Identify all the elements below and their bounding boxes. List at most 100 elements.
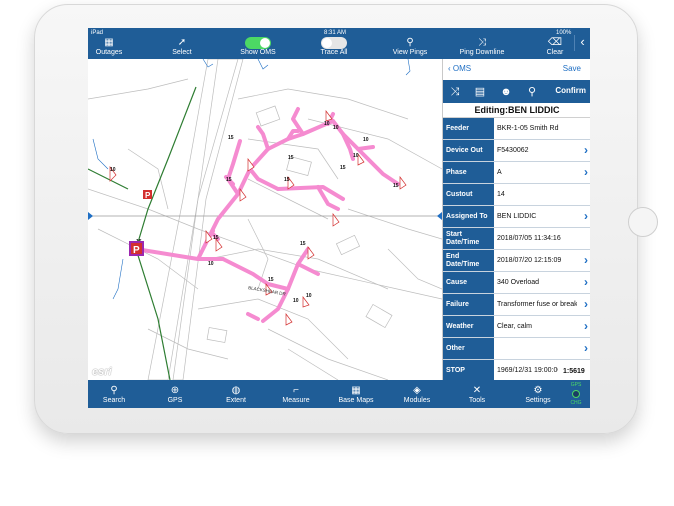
gps-status-bottom: CHG (570, 400, 582, 406)
confirm-button[interactable]: Confirm (555, 86, 586, 95)
attribute-value[interactable]: 14 (497, 184, 577, 205)
chevron-right-icon[interactable]: › (584, 210, 588, 222)
gps-button[interactable]: ⊕ GPS (150, 385, 200, 404)
chevron-right-icon[interactable]: › (584, 144, 588, 156)
base-maps-button[interactable]: ▦ Base Maps (331, 385, 381, 404)
chevron-right-icon[interactable]: › (584, 166, 588, 178)
search-icon: ⚲ (110, 385, 118, 396)
tools-label: Tools (468, 397, 486, 404)
attribute-value[interactable]: Transformer fuse or breaker (497, 294, 577, 315)
chevron-right-icon[interactable]: › (584, 320, 588, 332)
transformer-symbols (109, 109, 407, 326)
device-label: 15 (268, 277, 274, 283)
layers-icon: ◈ (413, 385, 421, 396)
marker-p-selected[interactable]: P (129, 241, 144, 256)
ping-icon[interactable]: ⚲ (524, 84, 540, 100)
extent-button[interactable]: ◍ Extent (211, 385, 261, 404)
tools-button[interactable]: ✕ Tools (452, 385, 502, 404)
marker-p-small-label: P (145, 191, 151, 200)
map-canvas[interactable]: 10 10 15 15 15 10 15 15 15 10 15 10 15 1… (88, 59, 442, 380)
tools-icon: ✕ (472, 385, 482, 396)
settings-label: Settings (525, 397, 551, 404)
oms-back-button[interactable]: ‹ OMS (448, 64, 471, 73)
attribute-value[interactable]: A (497, 162, 577, 183)
attribute-list: Feeder BKR-1-05 Smith Rd Device Out F543006… (443, 118, 590, 380)
select-button[interactable]: ➚ Select (154, 37, 210, 56)
trace-all-toggle[interactable]: Trace All (306, 37, 362, 56)
collapse-panel-button[interactable]: ‹ (574, 35, 590, 51)
left-marker (88, 212, 93, 220)
map-view[interactable]: 10 10 15 15 15 10 15 15 15 10 15 10 15 1… (88, 59, 442, 380)
clear-label: Clear (546, 49, 564, 56)
marker-p-selected-label: P (133, 245, 140, 256)
crew-icon[interactable]: ☻ (498, 84, 514, 100)
device-label: 15 (226, 177, 232, 183)
gps-status-indicator (572, 390, 580, 398)
chevron-right-icon[interactable]: › (584, 342, 588, 354)
show-oms-label: Show OMS (240, 49, 276, 56)
device-label: 15 (288, 155, 294, 161)
attribute-row: Custout 14 (443, 184, 590, 206)
attribute-value[interactable]: Clear, calm (497, 316, 577, 337)
oms-edit-panel: ‹ OMS Save ⤨ ▤ ☻ ⚲ Confirm Editing:BEN L… (442, 59, 590, 380)
show-oms-switch[interactable] (245, 37, 271, 49)
settings-button[interactable]: ⚙ Settings (513, 385, 563, 404)
ping-downline-button[interactable]: ⤨ Ping Downline (454, 37, 510, 56)
attribute-row[interactable]: Weather Clear, calm › (443, 316, 590, 338)
home-button[interactable] (628, 207, 658, 237)
attribute-row[interactable]: Assigned To BEN LIDDIC › (443, 206, 590, 228)
search-label: Search (102, 397, 126, 404)
top-toolbar: iPad 8:31 AM 100% ▦ Outages ➚ Select Sho… (88, 28, 590, 59)
parcel-lines (88, 59, 442, 380)
panel-actions: ⤨ ▤ ☻ ⚲ Confirm (443, 80, 590, 103)
device-label: 15 (228, 135, 234, 141)
gps-status: GPS CHG (566, 380, 586, 408)
search-button[interactable]: ⚲ Search (89, 385, 139, 404)
attribute-value[interactable] (497, 338, 577, 359)
attribute-value[interactable]: F5430062 (497, 140, 577, 161)
attribute-value[interactable]: BEN LIDDIC (497, 206, 577, 227)
device-label: 15 (213, 235, 219, 241)
save-button[interactable]: Save (563, 64, 581, 73)
attribute-value[interactable]: 2018/07/05 11:34:16 (497, 228, 577, 249)
attribute-label: Other (443, 338, 494, 359)
attribute-row[interactable]: Phase A › (443, 162, 590, 184)
attribute-row[interactable]: Failure Transformer fuse or breaker › (443, 294, 590, 316)
measure-button[interactable]: ⌐ Measure (271, 385, 321, 404)
calendar-icon: ▦ (104, 37, 114, 48)
attribute-value[interactable]: 2018/07/20 12:15:09 (497, 250, 577, 271)
attribute-row[interactable]: Cause 340 Overload › (443, 272, 590, 294)
device-label: 15 (340, 165, 346, 171)
device-label: 10 (333, 125, 339, 131)
trace-all-label: Trace All (320, 49, 348, 56)
chevron-right-icon[interactable]: › (584, 254, 588, 266)
carrier-label: iPad (91, 30, 104, 36)
attribute-label: End Date/Time (443, 250, 494, 271)
trace-all-switch[interactable] (321, 37, 347, 49)
trace-icon[interactable]: ⤨ (447, 84, 463, 100)
marker-p-small[interactable]: P (143, 190, 152, 200)
attribute-row: Start Date/Time 2018/07/05 11:34:16 (443, 228, 590, 250)
bottom-toolbar: ⚲ Search ⊕ GPS ◍ Extent ⌐ Measure ▦ Base… (88, 380, 590, 408)
show-oms-toggle[interactable]: Show OMS (230, 37, 286, 56)
attribute-value[interactable]: 340 Overload (497, 272, 577, 293)
device-label: 15 (284, 177, 290, 183)
view-pings-button[interactable]: ⚲ View Pings (382, 37, 438, 56)
attribute-row[interactable]: End Date/Time 2018/07/20 12:15:09 › (443, 250, 590, 272)
attribute-label: Cause (443, 272, 494, 293)
map-icon[interactable]: ▤ (472, 84, 488, 100)
chevron-right-icon[interactable]: › (584, 298, 588, 310)
attribute-row[interactable]: Device Out F5430062 › (443, 140, 590, 162)
modules-label: Modules (403, 397, 431, 404)
outages-button[interactable]: ▦ Outages (88, 37, 137, 56)
feeder-lines (88, 86, 197, 380)
modules-button[interactable]: ◈ Modules (392, 385, 442, 404)
chevron-right-icon[interactable]: › (584, 276, 588, 288)
device-label: 10 (208, 261, 214, 267)
extent-label: Extent (226, 397, 246, 404)
attribute-row: Feeder BKR-1-05 Smith Rd (443, 118, 590, 140)
attribute-value[interactable]: BKR-1-05 Smith Rd (497, 118, 577, 139)
panel-nav: ‹ OMS Save (443, 59, 590, 80)
app-screen: iPad 8:31 AM 100% ▦ Outages ➚ Select Sho… (88, 28, 590, 408)
attribute-row[interactable]: Other › (443, 338, 590, 360)
